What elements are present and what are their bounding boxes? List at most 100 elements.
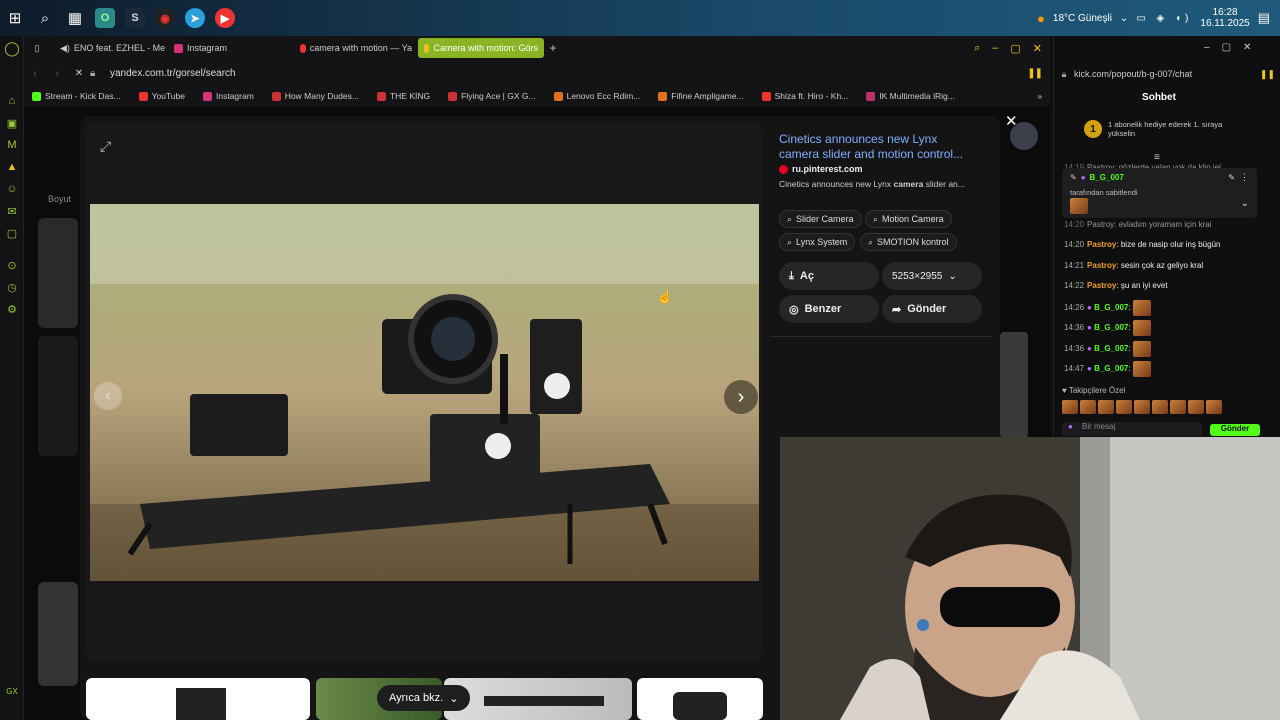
chevron-up-icon[interactable]: ⌄ (1120, 13, 1128, 24)
search-icon[interactable]: ⌕ (30, 0, 60, 36)
gaming-icon[interactable]: ▣ (0, 112, 24, 134)
tab-yandex-images[interactable]: Camera with motion: Görs (418, 38, 544, 58)
previous-image-button[interactable]: ‹ (94, 382, 122, 410)
filter-icon[interactable]: ≡ (1154, 152, 1160, 163)
emote[interactable] (1134, 400, 1150, 414)
emote[interactable] (1188, 400, 1204, 414)
result-title[interactable]: Cinetics announces new Lynx camera slide… (779, 132, 979, 162)
pinned-message[interactable]: ✎ ● B_G_007 tarafından sabitlendi ✎ ⋮ ⌄ (1062, 168, 1257, 218)
bookmark-flying-ace[interactable]: Flying Ace | GX G... (440, 91, 543, 101)
opera-gx-icon[interactable]: O (90, 0, 120, 36)
forward-icon[interactable]: › (46, 68, 68, 79)
chat-input[interactable]: ● Bir mesaj (1062, 422, 1202, 436)
steam-icon[interactable]: S (120, 0, 150, 36)
see-also-button[interactable]: Ayrıca bkz. ⌄ (377, 685, 471, 711)
chip-lynx-system[interactable]: ⌕ Lynx System (779, 233, 856, 251)
minimize-icon[interactable]: – (1204, 42, 1210, 53)
close-icon[interactable]: ✕ (1033, 42, 1042, 55)
next-image-button[interactable]: › (724, 380, 758, 414)
source-link[interactable]: ru.pinterest.com (779, 164, 863, 174)
fullscreen-icon[interactable]: ⤢ (100, 138, 111, 155)
mod-icon[interactable]: M (0, 134, 24, 156)
url-field[interactable]: yandex.com.tr/gorsel/search (110, 68, 236, 79)
app-icon[interactable]: ◉ (150, 0, 180, 36)
emote[interactable] (1098, 400, 1114, 414)
weather-icon[interactable]: ● (1037, 11, 1045, 26)
emote[interactable] (1116, 400, 1132, 414)
new-tab-icon[interactable]: + (544, 41, 562, 55)
size-dropdown[interactable]: 5253×2955 ⌄ (882, 262, 982, 290)
system-tray-icons[interactable]: ▭ ◈ ◖) (1136, 13, 1192, 24)
similar-button[interactable]: ◎ Benzer (779, 295, 879, 323)
history-icon[interactable]: ◷ (0, 276, 24, 298)
chat-icon[interactable]: ✉ (0, 200, 24, 222)
close-icon[interactable]: ✕ (1243, 42, 1251, 53)
telegram-icon[interactable]: ➤ (180, 0, 210, 36)
opera-logo-icon[interactable]: ◯ (0, 36, 24, 60)
maximize-icon[interactable]: ▢ (1222, 42, 1231, 53)
more-bookmarks-icon[interactable]: » (1037, 91, 1042, 101)
share-button[interactable]: ➦ Gönder (882, 295, 982, 323)
minimize-icon[interactable]: – (992, 42, 998, 55)
bookmark-youtube[interactable]: YouTube (131, 91, 193, 101)
background-thumb[interactable] (38, 218, 78, 328)
rocket-icon[interactable]: ▲ (0, 156, 24, 178)
tab-menu-icon[interactable]: ▯ (24, 43, 50, 54)
size-filter-label[interactable]: Boyut (48, 194, 71, 204)
bookmark-lenovo[interactable]: Lenovo Ecc Rdim... (546, 91, 649, 101)
chip-slider-camera[interactable]: ⌕ Slider Camera (779, 210, 862, 228)
stop-icon[interactable]: ✕ (68, 68, 90, 79)
background-thumb[interactable] (1000, 332, 1028, 438)
unpin-icon[interactable]: ✎ (1228, 173, 1235, 182)
tab-yandex-search[interactable]: camera with motion — Ya (294, 38, 418, 58)
related-thumb[interactable] (86, 678, 310, 720)
background-thumb[interactable] (38, 336, 78, 456)
browser-sidebar: ◯ ⌂ ▣ M ▲ ☺ ✉ ▢ ⊙ ◷ ⚙ GX (0, 36, 24, 720)
emote[interactable] (1206, 400, 1222, 414)
emote[interactable] (1152, 400, 1168, 414)
settings-icon[interactable]: ⚙ (0, 298, 24, 320)
tab-instagram[interactable]: Instagram (168, 38, 294, 58)
emote-picker-row[interactable] (1062, 400, 1222, 414)
search-tabs-icon[interactable]: ⌕ (974, 42, 980, 55)
tab-music[interactable]: ◀) ENO feat. EZHEL - Me (50, 38, 168, 58)
related-thumb[interactable] (444, 678, 632, 720)
extensions-icon[interactable]: ❚❚ (1260, 69, 1275, 80)
player-icon[interactable]: ⊙ (0, 254, 24, 276)
chevron-down-icon[interactable]: ⌄ (1241, 198, 1249, 209)
weather-text[interactable]: 18°C Güneşli (1053, 13, 1112, 24)
bookmark-the-king[interactable]: THE KİNG (369, 91, 438, 101)
twitch-icon[interactable]: ▢ (0, 222, 24, 244)
bookmark-fifine[interactable]: Fifine Ampligame... (650, 91, 751, 101)
extensions-icon[interactable]: ❚❚ (1027, 68, 1043, 79)
more-icon[interactable]: ⋮ (1240, 172, 1249, 183)
related-thumb[interactable] (637, 678, 763, 720)
open-button[interactable]: ⤓ Aç (779, 262, 879, 290)
task-view-icon[interactable]: ▦ (60, 0, 90, 36)
gx-label-icon[interactable]: GX (0, 680, 24, 702)
home-icon[interactable]: ⌂ (0, 90, 24, 112)
bookmark-ik-multimedia[interactable]: IK Multimedia iRig... (858, 91, 963, 101)
emote[interactable] (1080, 400, 1096, 414)
bookmark-instagram[interactable]: Instagram (195, 91, 262, 101)
chip-motion-camera[interactable]: ⌕ Motion Camera (865, 210, 952, 228)
discord-icon[interactable]: ☺ (0, 178, 24, 200)
youtube-music-icon[interactable]: ▶ (210, 0, 240, 36)
gift-promo[interactable]: 1 1 abonelik hediye ederek 1. sıraya yük… (1084, 120, 1228, 138)
emote[interactable] (1170, 400, 1186, 414)
chip-smotion[interactable]: ⌕ SMOTION kontrol (860, 233, 957, 251)
back-icon[interactable]: ‹ (24, 68, 46, 79)
bookmark-shiza[interactable]: Shiza ft. Hiro - Kh... (754, 91, 857, 101)
emote[interactable] (1062, 400, 1078, 414)
notification-icon[interactable]: ▤ (1258, 10, 1270, 26)
bookmark-dudes[interactable]: How Many Dudes... (264, 91, 367, 101)
start-icon[interactable]: ⊞ (0, 0, 30, 36)
preview-image[interactable] (90, 204, 759, 581)
yandex-assistant-icon[interactable] (1010, 122, 1038, 150)
maximize-icon[interactable]: ▢ (1010, 42, 1020, 55)
chat-url[interactable]: kick.com/popout/b-g-007/chat (1074, 69, 1192, 79)
background-thumb[interactable] (38, 582, 78, 686)
clock[interactable]: 16:28 16.11.2025 (1200, 7, 1249, 29)
chat-send-button[interactable]: Gönder (1210, 424, 1260, 436)
bookmark-kick[interactable]: Stream - Kick Das... (24, 91, 129, 101)
